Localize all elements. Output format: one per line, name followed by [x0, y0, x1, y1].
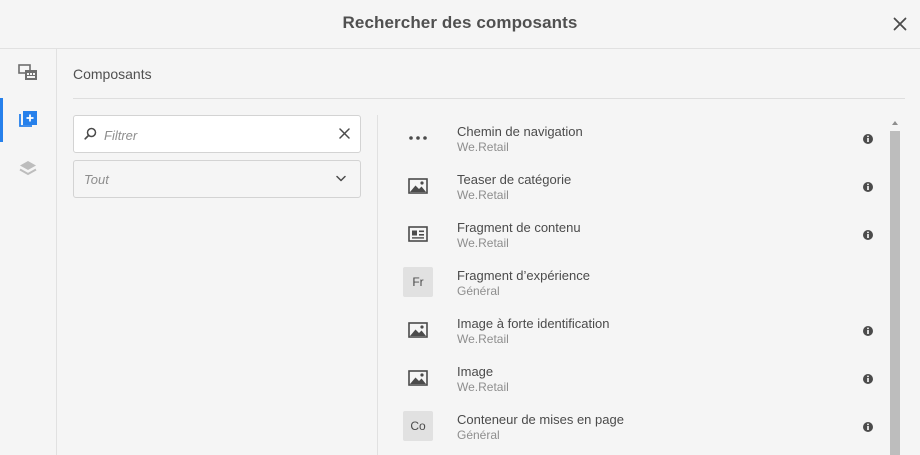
content-fragment-icon — [403, 219, 433, 249]
group-select-value: Tout — [84, 172, 109, 187]
image-icon — [403, 171, 433, 201]
dialog-title: Rechercher des composants — [342, 13, 578, 32]
info-icon[interactable] — [862, 325, 874, 337]
more-dots-icon — [403, 123, 433, 153]
list-item[interactable]: Fr Fragment d’expérience Général — [378, 259, 886, 307]
assets-icon — [18, 64, 37, 80]
component-name: Chemin de navigation — [457, 124, 583, 139]
component-abbreviation: Co — [403, 411, 433, 441]
component-list: Chemin de navigation We.Retail Teaser de… — [378, 115, 886, 455]
list-item[interactable]: Teaser de catégorie We.Retail — [378, 163, 886, 211]
list-item[interactable]: Image à forte identification We.Retail — [378, 307, 886, 355]
list-item[interactable]: Co Conteneur de mises en page Général — [378, 403, 886, 451]
group-select[interactable]: Tout — [73, 160, 361, 198]
info-icon[interactable] — [862, 373, 874, 385]
list-item[interactable]: Chemin de navigation We.Retail — [378, 115, 886, 163]
scrollbar[interactable] — [888, 118, 902, 455]
component-group: We.Retail — [457, 332, 509, 346]
panel-title: Composants — [73, 66, 152, 82]
components-button[interactable] — [0, 97, 56, 143]
component-name: Conteneur de mises en page — [457, 412, 624, 427]
side-rail — [0, 49, 57, 455]
asset-finder-button[interactable] — [0, 49, 56, 95]
add-component-icon — [19, 111, 37, 127]
filter-input[interactable] — [104, 125, 324, 145]
layers-icon — [19, 161, 37, 176]
component-name: Teaser de catégorie — [457, 172, 572, 187]
component-group: We.Retail — [457, 140, 509, 154]
info-icon[interactable] — [862, 421, 874, 433]
component-group: We.Retail — [457, 380, 509, 394]
component-name: Image à forte identification — [457, 316, 610, 331]
component-abbreviation: Fr — [403, 267, 433, 297]
info-icon[interactable] — [862, 133, 874, 145]
info-icon[interactable] — [862, 229, 874, 241]
info-icon[interactable] — [862, 181, 874, 193]
scrollbar-thumb[interactable] — [890, 131, 900, 455]
list-item[interactable]: Image We.Retail — [378, 355, 886, 403]
panel-divider — [73, 98, 905, 99]
chevron-down-icon — [336, 175, 346, 182]
scroll-up-arrow-icon[interactable] — [891, 120, 899, 126]
dialog-header: Rechercher des composants — [0, 0, 920, 49]
component-group: We.Retail — [457, 236, 509, 250]
image-icon — [403, 363, 433, 393]
component-group: Général — [457, 428, 500, 442]
search-icon — [84, 127, 97, 140]
component-name: Fragment d’expérience — [457, 268, 590, 283]
component-group: Général — [457, 284, 500, 298]
component-group: We.Retail — [457, 188, 509, 202]
filter-field[interactable] — [73, 115, 361, 153]
close-icon[interactable] — [890, 14, 910, 34]
component-name: Fragment de contenu — [457, 220, 581, 235]
component-name: Image — [457, 364, 494, 379]
content-tree-button[interactable] — [0, 145, 56, 191]
image-icon — [403, 315, 433, 345]
list-item[interactable]: Fragment de contenu We.Retail — [378, 211, 886, 259]
clear-icon[interactable] — [339, 128, 350, 139]
